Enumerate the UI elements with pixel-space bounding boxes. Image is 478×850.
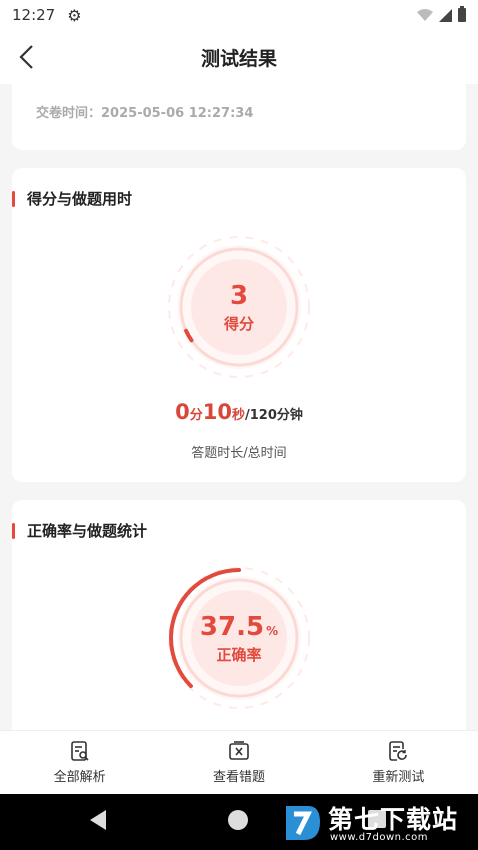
score-section-title: 得分与做题用时 — [27, 190, 133, 208]
bottom-action-bar: 全部解析 查看错题 重新测试 — [0, 730, 478, 794]
accuracy-card: 正确率与做题统计 37.5% 正确率 — [12, 500, 466, 730]
analysis-icon — [70, 741, 89, 761]
system-home-icon[interactable] — [228, 810, 248, 830]
score-value: 3 — [229, 280, 249, 311]
all-analysis-button[interactable]: 全部解析 — [0, 731, 159, 794]
accuracy-gauge: 37.5% 正确率 — [167, 566, 311, 710]
d7-logo-icon — [286, 806, 320, 840]
time-minutes-unit: 分 — [189, 408, 203, 423]
battery-icon — [458, 6, 466, 22]
accuracy-value: 37.5 — [199, 611, 265, 642]
view-wrong-button[interactable]: 查看错题 — [159, 731, 318, 794]
wifi-icon — [417, 9, 433, 21]
time-total: /120分钟 — [245, 408, 303, 423]
watermark-brand: 第七下载站 — [328, 805, 459, 834]
score-section-header: 得分与做题用时 — [12, 188, 132, 209]
system-back-icon[interactable] — [90, 810, 106, 830]
submit-info-card: 交卷时间：2025-05-06 12:27:34 — [12, 84, 466, 150]
score-gauge: 3 得分 — [167, 235, 311, 379]
time-seconds: 10 — [202, 400, 232, 424]
accuracy-label: 正确率 — [216, 645, 262, 664]
score-card: 得分与做题用时 3 得分 0分10秒/120分钟 答题时长/总时间 — [12, 168, 466, 482]
back-arrow-icon[interactable] — [16, 44, 40, 70]
retest-icon — [389, 741, 408, 761]
submit-time-value: 2025-05-06 12:27:34 — [101, 106, 254, 121]
score-gauge-text: 3 得分 — [167, 235, 311, 379]
nav-bar: 测试结果 — [0, 30, 478, 84]
accuracy-gauge-text: 37.5% 正确率 — [167, 566, 311, 710]
time-caption: 答题时长/总时间 — [191, 446, 287, 461]
time-minutes: 0 — [175, 400, 190, 424]
retest-button[interactable]: 重新测试 — [319, 731, 478, 794]
view-wrong-label: 查看错题 — [212, 770, 265, 785]
time-used-line: 0分10秒/120分钟 — [12, 400, 466, 424]
submit-time-label: 交卷时间： — [36, 106, 102, 121]
wrong-questions-icon — [229, 741, 249, 760]
score-label: 得分 — [223, 314, 254, 333]
accuracy-section-title: 正确率与做题统计 — [27, 522, 148, 540]
section-marker — [12, 522, 15, 539]
accuracy-unit: % — [266, 623, 279, 638]
signal-icon — [439, 8, 452, 22]
page-title: 测试结果 — [200, 47, 277, 70]
all-analysis-label: 全部解析 — [53, 770, 106, 785]
gear-icon: ⚙ — [67, 5, 82, 25]
watermark: 第七下载站 www.d7down.com — [282, 800, 478, 848]
submit-time-row: 交卷时间：2025-05-06 12:27:34 — [36, 102, 253, 121]
scroll-content[interactable]: 交卷时间：2025-05-06 12:27:34 得分与做题用时 3 得分 0分… — [0, 84, 478, 730]
watermark-url: www.d7down.com — [330, 832, 429, 843]
status-bar: 12:27 ⚙ — [0, 0, 478, 30]
section-marker — [12, 190, 15, 207]
accuracy-section-header: 正确率与做题统计 — [12, 520, 147, 541]
status-time: 12:27 — [12, 6, 56, 24]
status-icons — [417, 6, 466, 22]
time-seconds-unit: 秒 — [231, 408, 245, 423]
retest-label: 重新测试 — [372, 770, 425, 785]
